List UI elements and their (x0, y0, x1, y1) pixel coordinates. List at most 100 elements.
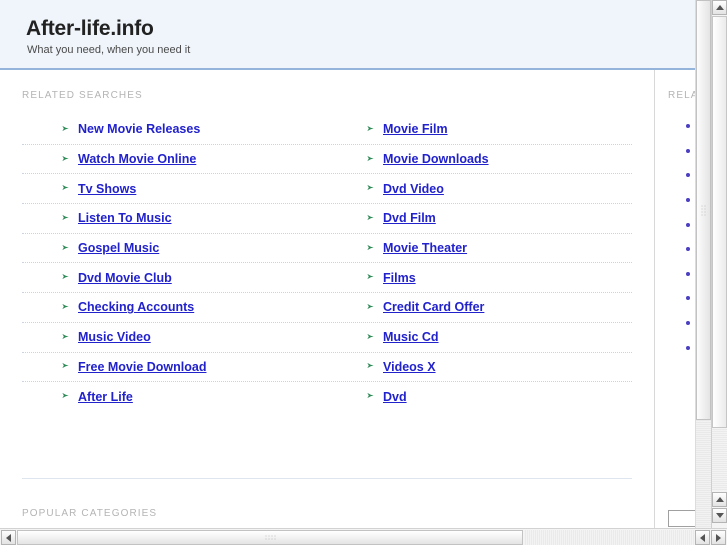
window-scrollbar-thumb[interactable] (712, 16, 727, 428)
arrow-bullet-icon (365, 274, 374, 280)
arrow-bullet-icon (60, 155, 69, 161)
dot-bullet-icon (686, 124, 690, 129)
related-search-link[interactable]: Dvd (383, 390, 407, 404)
window-vertical-scrollbar[interactable] (711, 0, 727, 528)
window-scrollbar-track[interactable] (712, 429, 727, 491)
related-search-cell: New Movie Releases (22, 122, 327, 136)
dot-bullet-icon (686, 148, 690, 153)
related-search-link[interactable]: Tv Shows (78, 182, 136, 196)
related-search-cell: Dvd Video (327, 182, 632, 196)
arrow-bullet-icon (365, 185, 374, 191)
site-title: After-life.info (26, 17, 154, 40)
dot-bullet-icon (686, 198, 690, 203)
dot-bullet-icon (686, 222, 690, 227)
related-search-link[interactable]: Movie Theater (383, 241, 467, 255)
related-search-link[interactable]: Videos X (383, 360, 436, 374)
site-tagline: What you need, when you need it (27, 44, 191, 56)
arrow-bullet-icon (60, 303, 69, 310)
scroll-left-button-right[interactable] (695, 530, 710, 545)
related-search-link[interactable]: Music Video (78, 330, 151, 344)
horizontal-scrollbar-track[interactable] (524, 530, 699, 545)
related-search-link[interactable]: Dvd Film (383, 211, 436, 225)
related-search-row: Free Movie Download Videos X (22, 353, 632, 383)
related-search-cell: Watch Movie Online (22, 152, 327, 166)
related-search-link[interactable]: Watch Movie Online (78, 152, 196, 166)
related-searches-list: New Movie Releases Movie Film Watch Movie … (22, 115, 632, 411)
chevron-left-icon (700, 533, 705, 542)
scroll-right-button[interactable] (711, 530, 726, 545)
related-search-cell: Movie Downloads (327, 152, 632, 166)
horizontal-scrollbar-thumb[interactable] (17, 530, 523, 545)
related-search-row: New Movie Releases Movie Film (22, 115, 632, 145)
inner-frame-vertical-scrollbar[interactable] (695, 0, 711, 528)
related-search-cell: Free Movie Download (22, 360, 327, 374)
popular-categories-heading: POPULAR CATEGORIES (22, 508, 158, 519)
scroll-left-button[interactable] (1, 530, 16, 545)
scroll-down-button[interactable] (712, 508, 727, 523)
page-viewport: After-life.info What you need, when you … (0, 0, 711, 528)
arrow-bullet-icon (365, 125, 374, 131)
arrow-bullet-icon (365, 303, 374, 310)
arrow-bullet-icon (60, 244, 69, 250)
arrow-bullet-icon (60, 333, 69, 339)
related-search-link[interactable]: Movie Film (383, 122, 448, 136)
related-search-cell: Gospel Music (22, 241, 327, 255)
arrow-bullet-icon (60, 392, 69, 399)
related-search-link[interactable]: Listen To Music (78, 211, 172, 225)
arrow-bullet-icon (60, 274, 69, 280)
related-search-row: Checking Accounts Credit Card Offer (22, 293, 632, 323)
related-search-link[interactable]: Dvd Movie Club (78, 271, 172, 285)
related-search-row: Gospel Music Movie Theater (22, 234, 632, 264)
arrow-bullet-icon (60, 214, 69, 221)
related-search-cell: Tv Shows (22, 182, 327, 196)
page-body: RELATED SEARCHES New Movie Releases Movie… (0, 70, 711, 528)
inner-scrollbar-thumb[interactable] (696, 0, 711, 420)
arrow-bullet-icon (365, 333, 374, 339)
related-search-link[interactable]: Gospel Music (78, 241, 159, 255)
related-search-row: Tv Shows Dvd Video (22, 174, 632, 205)
related-search-link[interactable]: After Life (78, 390, 133, 404)
related-search-row: Music Video Music Cd (22, 323, 632, 353)
arrow-bullet-icon (60, 363, 69, 369)
related-search-cell: Movie Theater (327, 241, 632, 255)
related-search-cell: Dvd (327, 390, 632, 404)
chevron-right-icon (716, 533, 721, 542)
dot-bullet-icon (686, 271, 690, 276)
chevron-down-icon (715, 513, 724, 518)
window-horizontal-scrollbar[interactable] (0, 528, 727, 545)
related-searches-heading: RELATED SEARCHES (22, 90, 143, 101)
arrow-bullet-icon (60, 185, 69, 191)
arrow-bullet-icon (365, 214, 374, 221)
related-search-cell: Credit Card Offer (327, 300, 632, 314)
inner-scrollbar-track[interactable] (696, 420, 711, 528)
chevron-up-icon (715, 5, 724, 10)
related-search-cell: Listen To Music (22, 211, 327, 225)
related-search-row: Listen To Music Dvd Film (22, 204, 632, 234)
related-search-cell: Dvd Film (327, 211, 632, 225)
related-search-cell: Videos X (327, 360, 632, 374)
arrow-bullet-icon (365, 244, 374, 250)
scrollbar-grip-icon (264, 534, 276, 541)
related-search-link[interactable]: Free Movie Download (78, 360, 207, 374)
main-column: RELATED SEARCHES New Movie Releases Movie… (0, 70, 655, 528)
dot-bullet-icon (686, 247, 690, 252)
chevron-up-icon (715, 497, 724, 502)
related-search-link[interactable]: Credit Card Offer (383, 300, 484, 314)
related-search-link[interactable]: Movie Downloads (383, 152, 489, 166)
dot-bullet-icon (686, 173, 690, 178)
related-search-cell: Checking Accounts (22, 300, 327, 314)
site-header: After-life.info What you need, when you … (0, 0, 711, 70)
related-search-row: Watch Movie Online Movie Downloads (22, 145, 632, 175)
related-search-link[interactable]: Music Cd (383, 330, 439, 344)
related-search-link[interactable]: New Movie Releases (78, 122, 200, 136)
related-search-cell: Films (327, 271, 632, 285)
arrow-bullet-icon (60, 125, 69, 131)
related-search-cell: Movie Film (327, 122, 632, 136)
related-search-cell: Music Cd (327, 330, 632, 344)
related-search-link[interactable]: Checking Accounts (78, 300, 194, 314)
related-search-link[interactable]: Dvd Video (383, 182, 444, 196)
scroll-up-button-lower[interactable] (712, 492, 727, 507)
related-search-link[interactable]: Films (383, 271, 416, 285)
scroll-up-button[interactable] (712, 0, 727, 15)
dot-bullet-icon (686, 321, 690, 326)
